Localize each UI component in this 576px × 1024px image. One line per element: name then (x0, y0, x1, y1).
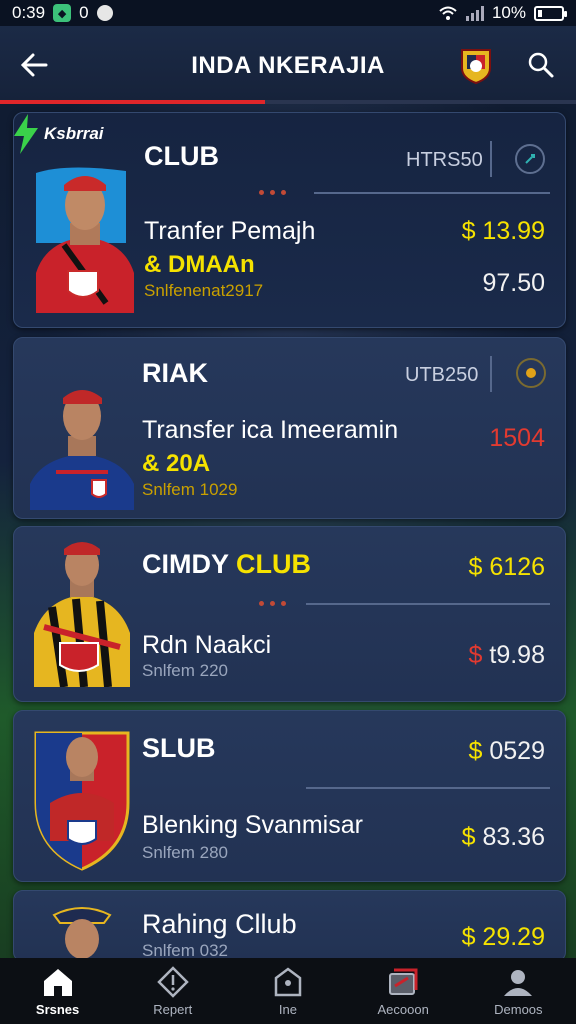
header-progress-fill (0, 100, 265, 104)
player-avatar (34, 542, 130, 687)
transfer-title: Transfer ica Imeeramin (142, 416, 399, 444)
search-icon[interactable] (526, 50, 556, 80)
player-avatar (30, 390, 134, 510)
tag-icon (274, 966, 302, 996)
nav-item-action[interactable]: Aecooon (353, 966, 453, 1017)
nav-label: Repert (153, 1001, 193, 1017)
transfer-card[interactable]: CIMDY CLUB $ 6126 Rdn Naakci Snlfem 220 … (13, 526, 566, 702)
nav-item-ine[interactable]: Ine (238, 966, 338, 1017)
lightning-icon (14, 114, 38, 154)
price-bottom: 1504 (489, 424, 545, 452)
club-name: CIMDY CLUB (142, 549, 312, 579)
cards-icon (389, 968, 418, 995)
nav-label: Ine (278, 1001, 297, 1017)
notification-count: 0 (79, 3, 89, 22)
club-name: RIAK (142, 358, 208, 388)
transfer-card[interactable]: SLUB $ 0529 Blenking Svanmisar Snlfem 28… (13, 710, 566, 882)
price-bottom: $ 83.36 (461, 823, 545, 851)
wifi-icon (439, 6, 457, 20)
price-bottom-value: t9.98 (482, 641, 545, 669)
price-top: $ 0529 (468, 737, 545, 765)
pager-dots (259, 190, 286, 195)
nav-label: Aecooon (377, 1001, 429, 1017)
header-progress-bar (0, 100, 576, 104)
bottom-navigation: Srsnes Repert Ine Aecooon Demoos (0, 958, 576, 1024)
diamond-icon (157, 965, 189, 998)
info-icon[interactable] (515, 144, 545, 174)
price-top: $ 13.99 (461, 217, 545, 245)
transfer-code: UTB250 (405, 364, 479, 386)
brand-badge: Ksbrrai (12, 114, 104, 154)
transfer-meta: Snlfem 280 (142, 843, 228, 862)
transfer-code: HTRS50 (406, 149, 483, 171)
transfer-subtitle: & 20A (142, 450, 211, 477)
transfer-meta: Snlfem 1029 (142, 480, 238, 499)
card-divider (306, 787, 550, 789)
nav-label: Demoos (494, 1001, 543, 1017)
profile-icon (504, 969, 533, 996)
player-avatar (36, 167, 134, 313)
club-shield-avatar (34, 731, 130, 871)
dot-notification-icon (96, 5, 113, 21)
status-time: 0:39 (12, 3, 46, 22)
price-bottom: $ t9.98 (468, 641, 545, 669)
club-crest-icon[interactable] (459, 46, 493, 84)
price-bottom: 97.50 (482, 269, 545, 297)
coin-icon[interactable] (516, 358, 546, 388)
battery-percent: 10% (491, 3, 526, 22)
transfer-title: Rdn Naakci (142, 631, 272, 659)
vertical-divider (490, 356, 492, 392)
app-header: INDA NKERAJIA (0, 26, 576, 102)
club-name: Rahing Cllub (142, 909, 297, 939)
transfer-meta: Snlfenenat2917 (144, 281, 264, 300)
price-top: $ 6126 (468, 553, 545, 581)
player-avatar (52, 907, 112, 959)
battery-icon (534, 5, 567, 21)
club-name: SLUB (142, 733, 216, 763)
price-bottom-value: 83.36 (482, 823, 545, 851)
transfer-card[interactable]: Rahing Cllub Snlfem 032 $ 29.29 (13, 890, 566, 962)
app-notification-icon: ◆ (53, 4, 72, 22)
price-top: $ 29.29 (461, 923, 545, 951)
nav-item-report[interactable]: Repert (123, 965, 223, 1017)
price-top-value: 0529 (489, 737, 545, 765)
pager-dots (259, 601, 286, 606)
vertical-divider (490, 141, 492, 177)
card-divider (314, 192, 550, 194)
transfer-card[interactable]: RIAK UTB250 Transfer ica Imeeramin & 20A… (13, 337, 566, 519)
transfer-subtitle: & DMAAn (144, 251, 255, 278)
club-name: CLUB (144, 141, 219, 171)
transfer-meta: Snlfem 220 (142, 661, 228, 680)
signal-icon (465, 5, 484, 21)
nav-item-profile[interactable]: Demoos (468, 966, 568, 1017)
status-bar: 0:39 ◆ 0 10% (0, 0, 576, 26)
nav-item-home[interactable]: Srsnes (8, 966, 108, 1017)
transfer-title: Tranfer Pemajh (144, 217, 316, 245)
card-divider (306, 603, 550, 605)
home-icon (43, 968, 72, 996)
transfer-title: Blenking Svanmisar (142, 811, 363, 839)
brand-label: Ksbrrai (44, 124, 104, 143)
nav-label: Srsnes (35, 1001, 80, 1017)
